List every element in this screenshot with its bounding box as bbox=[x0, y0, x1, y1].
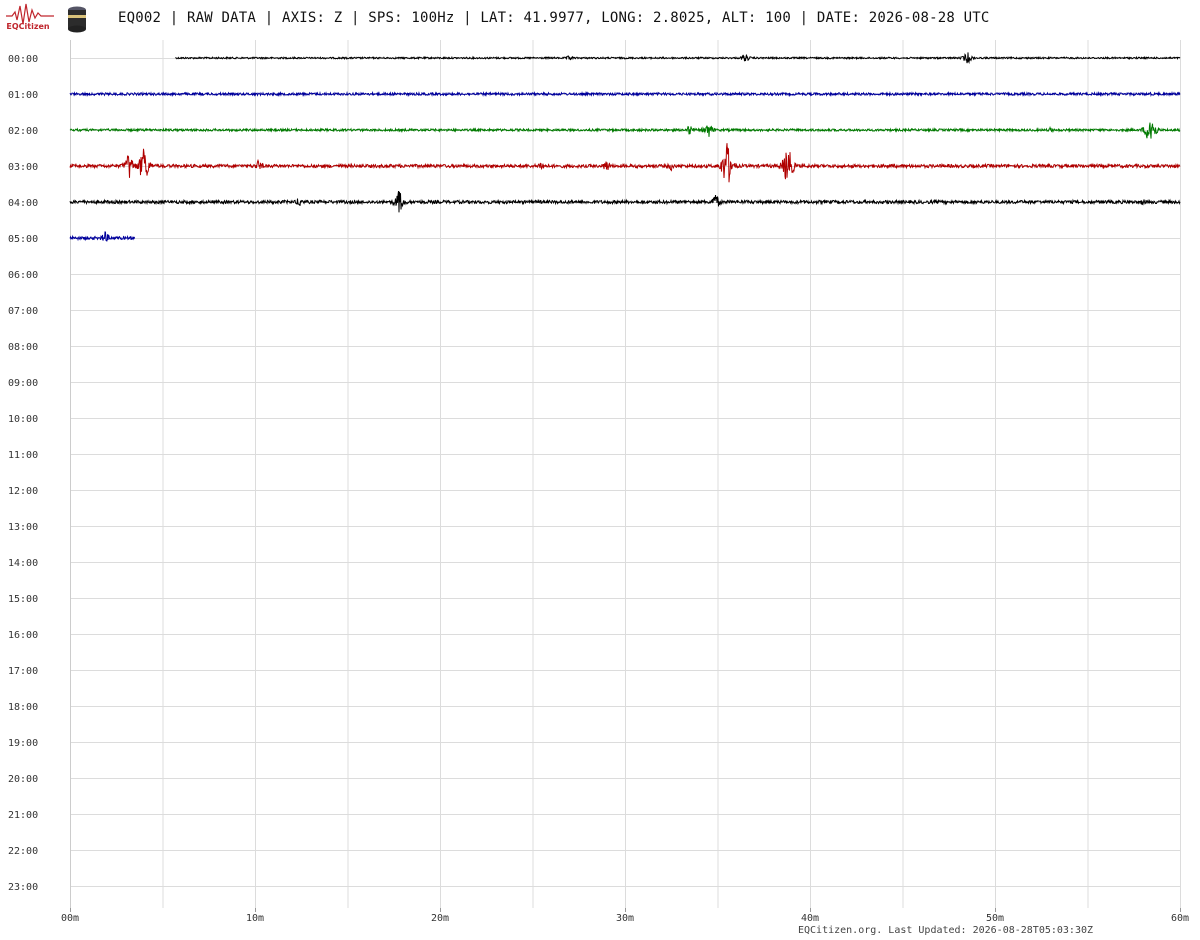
y-tick-label: 12:00 bbox=[8, 486, 38, 497]
y-tick-label: 02:00 bbox=[8, 126, 38, 137]
y-tick-label: 23:00 bbox=[8, 882, 38, 893]
y-tick-label: 08:00 bbox=[8, 342, 38, 353]
header: EQCitizen EQ002 | RAW DATA | AXIS: Z | S… bbox=[0, 0, 1200, 40]
y-tick-label: 14:00 bbox=[8, 558, 38, 569]
x-tick-label: 30m bbox=[616, 913, 634, 924]
y-tick-label: 06:00 bbox=[8, 270, 38, 281]
y-tick-label: 07:00 bbox=[8, 306, 38, 317]
page-title: EQ002 | RAW DATA | AXIS: Z | SPS: 100Hz … bbox=[118, 10, 990, 26]
last-updated-footer: EQCitizen.org. Last Updated: 2026-08-28T… bbox=[798, 925, 1094, 936]
y-tick-label: 15:00 bbox=[8, 594, 38, 605]
y-tick-label: 18:00 bbox=[8, 702, 38, 713]
y-tick-label: 04:00 bbox=[8, 198, 38, 209]
y-tick-label: 21:00 bbox=[8, 810, 38, 821]
y-tick-label: 10:00 bbox=[8, 414, 38, 425]
x-tick-label: 50m bbox=[986, 913, 1004, 924]
sensor-device-icon bbox=[68, 6, 86, 33]
y-tick-label: 22:00 bbox=[8, 846, 38, 857]
trace-0000 bbox=[175, 52, 1181, 65]
y-tick-label: 05:00 bbox=[8, 234, 38, 245]
y-tick-label: 03:00 bbox=[8, 162, 38, 173]
y-tick-label: 01:00 bbox=[8, 90, 38, 101]
helicorder-chart: 00:00 01:00 02:00 03:00 04:00 05:00 06:00 07:00… bbox=[8, 40, 1189, 924]
x-tick-label: 10m bbox=[246, 913, 264, 924]
y-tick-label: 09:00 bbox=[8, 378, 38, 389]
y-tick-label: 16:00 bbox=[8, 630, 38, 641]
x-tick-label: 40m bbox=[801, 913, 819, 924]
y-tick-label: 17:00 bbox=[8, 666, 38, 677]
y-tick-label: 00:00 bbox=[8, 54, 38, 65]
y-tick-label: 19:00 bbox=[8, 738, 38, 749]
y-tick-label: 13:00 bbox=[8, 522, 38, 533]
y-tick-label: 11:00 bbox=[8, 450, 38, 461]
x-tick-label: 00m bbox=[61, 913, 79, 924]
x-tick-label: 20m bbox=[431, 913, 449, 924]
trace-0500 bbox=[69, 231, 135, 242]
logo-text: EQCitizen bbox=[6, 22, 50, 31]
x-tick-label: 60m bbox=[1171, 913, 1189, 924]
y-tick-label: 20:00 bbox=[8, 774, 38, 785]
